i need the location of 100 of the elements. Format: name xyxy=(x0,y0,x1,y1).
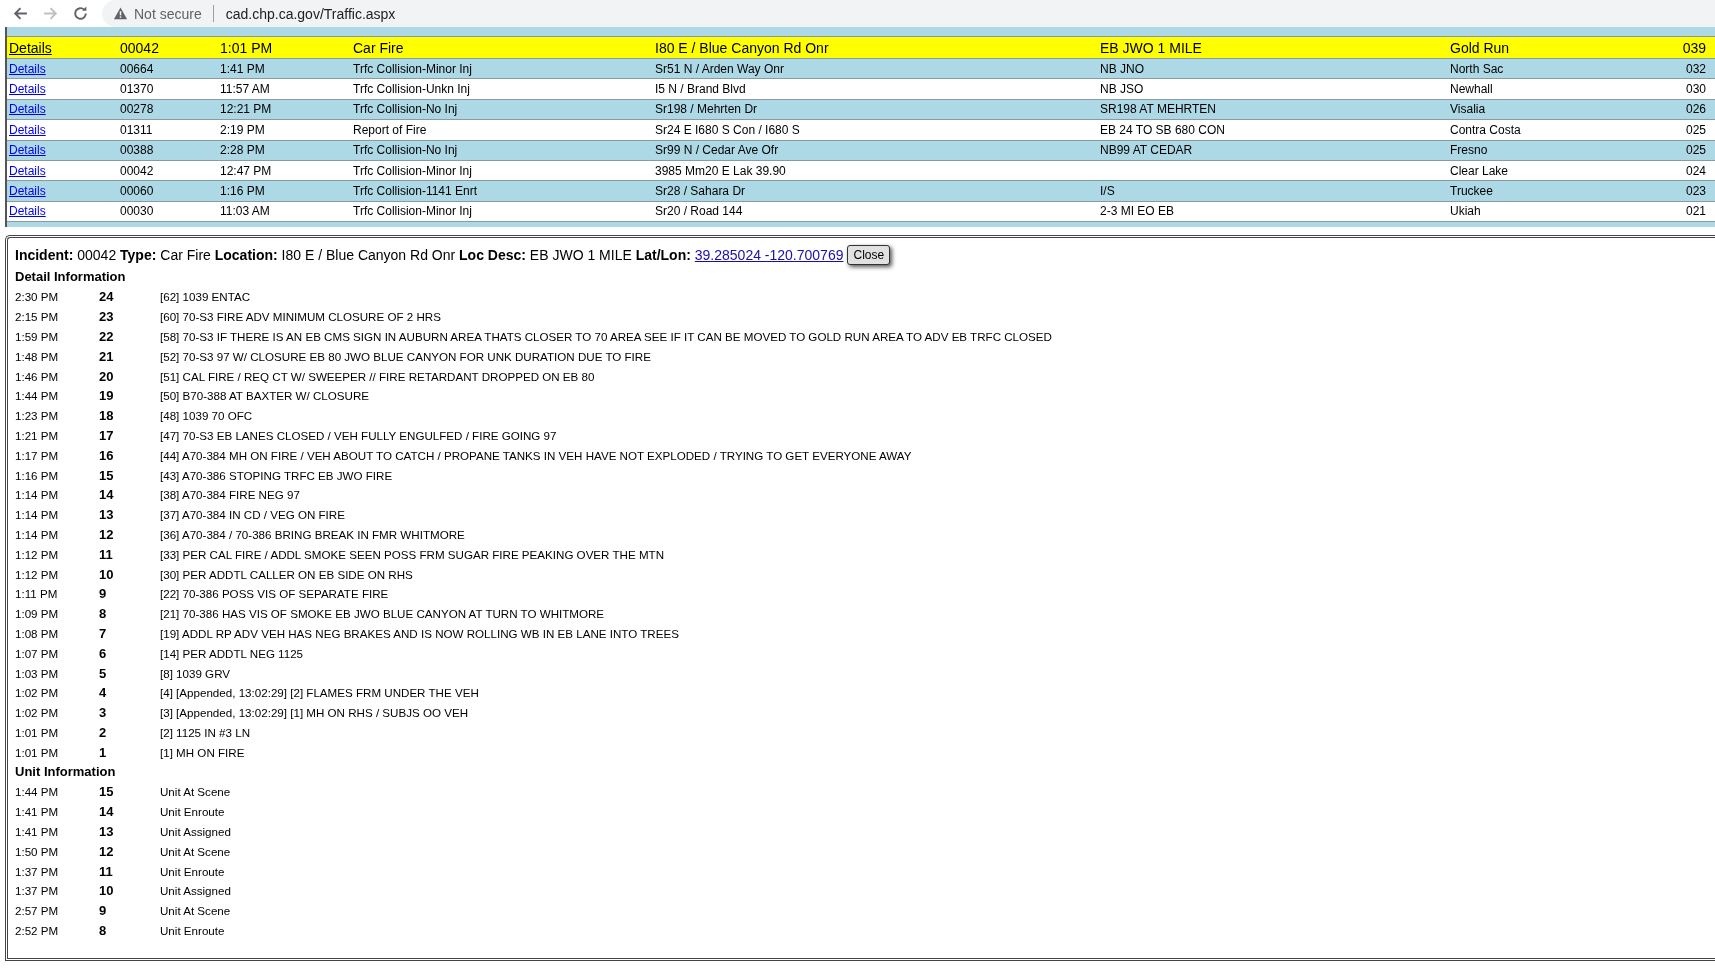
entry-text: Unit At Scene xyxy=(160,844,231,858)
table-cell-text: 00042 xyxy=(120,39,160,56)
incident-summary: Incident: 00042 Type: Car Fire Location: I80 E / Blue Canyon Rd Onr Loc Desc: EB JWO 1 MILE Lat/Lon: 39.285024 -120.700769 xyxy=(15,247,844,264)
entry-time: 1:01 PM xyxy=(15,745,60,759)
entry-number: 9 xyxy=(99,903,108,919)
table-cell-text: Sr51 N / Arden Way Onr xyxy=(655,61,785,76)
entry-text: Unit At Scene xyxy=(160,904,231,918)
table-row[interactable]: Details 00388 2:28 PM Trfc Collision-No Inj Sr99 N / Cedar Ave Ofr NB99 AT CEDAR Fresno 025 xyxy=(7,140,1715,161)
entry-time: 2:15 PM xyxy=(15,310,60,324)
details-link[interactable]: Details xyxy=(7,61,120,76)
close-button[interactable]: Close xyxy=(847,245,891,266)
entry-text: Unit Enroute xyxy=(160,924,225,937)
table-cell-text: Gold Run xyxy=(1450,39,1511,56)
table-cell-text: 11:03 AM xyxy=(220,204,271,219)
entry-time: 1:14 PM xyxy=(15,527,60,541)
table-cell-text: 11:57 AM xyxy=(220,82,271,97)
entry-number: 14 xyxy=(99,487,115,503)
entry-time: 1:59 PM xyxy=(15,330,60,343)
entry-time: 1:03 PM xyxy=(15,666,60,680)
entry-number: 14 xyxy=(99,804,115,820)
entry-time: 1:02 PM xyxy=(15,706,60,720)
table-cell-text: NB99 AT CEDAR xyxy=(1100,143,1194,158)
entry-text: [52] 70-S3 97 W/ CLOSURE EB 80 JWO BLUE CANYON FOR UNK DURATION DUE TO FIRE xyxy=(160,349,651,363)
table-cell-text: Visalia xyxy=(1450,102,1487,117)
section-heading: Unit Information xyxy=(15,763,117,782)
table-cell-text: 025 xyxy=(1684,143,1707,158)
table-cell-text: 00042 xyxy=(120,163,155,178)
entry-time: 1:02 PM xyxy=(15,686,60,700)
entry-text: Unit Enroute xyxy=(160,805,225,819)
entry-text: [8] 1039 GRV xyxy=(160,666,231,680)
address-bar[interactable]: Not secure cad.chp.ca.gov/Traffic.aspx xyxy=(102,0,1715,27)
entry-time: 1:21 PM xyxy=(15,429,60,442)
details-link[interactable]: Details xyxy=(7,184,120,199)
entry-time: 1:11 PM xyxy=(15,587,59,601)
table-cell-text: 023 xyxy=(1684,184,1707,199)
table-cell-text: 024 xyxy=(1684,163,1707,178)
table-row[interactable]: Details 00664 1:41 PM Trfc Collision-Minor Inj Sr51 N / Arden Way Onr NB JNO North Sac 032 xyxy=(7,59,1715,80)
entry-time: 1:07 PM xyxy=(15,646,60,660)
entry-text: Unit Assigned xyxy=(160,884,231,898)
entry-time: 1:14 PM xyxy=(15,488,60,502)
entry-number: 13 xyxy=(99,824,115,839)
table-cell-text: 00060 xyxy=(120,184,155,199)
entry-text: Unit At Scene xyxy=(160,785,231,799)
entry-text: [36] A70-384 / 70-386 BRING BREAK IN FMR WHITMORE xyxy=(160,527,465,541)
table-row[interactable]: Details 00060 1:16 PM Trfc Collision-1141 Enrt Sr28 / Sahara Dr I/S Truckee 023 xyxy=(7,181,1715,202)
details-link[interactable]: Details xyxy=(7,39,120,56)
entry-number: 20 xyxy=(99,368,115,384)
entry-number: 8 xyxy=(99,606,108,622)
security-label: Not secure xyxy=(134,5,202,22)
table-cell-text: Sr99 N / Cedar Ave Ofr xyxy=(655,143,780,158)
entry-time: 1:37 PM xyxy=(15,864,60,878)
table-cell-text: Trfc Collision-Minor Inj xyxy=(353,163,473,178)
back-icon[interactable] xyxy=(12,5,29,22)
table-cell-text: 030 xyxy=(1684,82,1707,97)
entry-text: [19] ADDL RP ADV VEH HAS NEG BRAKES AND IS NOW ROLLING WB IN EB LANE INTO TREES xyxy=(160,626,679,640)
table-row[interactable]: Details 00278 12:21 PM Trfc Collision-No Inj Sr198 / Mehrten Dr SR198 AT MEHRTEN Visalia 026 xyxy=(7,99,1715,121)
details-link[interactable]: Details xyxy=(7,102,120,117)
entry-time: 1:44 PM xyxy=(15,389,60,403)
entry-number: 9 xyxy=(99,586,108,602)
entry-text: [22] 70-386 POSS VIS OF SEPARATE FIRE xyxy=(160,587,389,601)
entry-number: 15 xyxy=(99,784,115,800)
table-cell-text: 1:16 PM xyxy=(220,184,266,199)
entry-time: 1:23 PM xyxy=(15,409,60,423)
table-cell-text: NB JSO xyxy=(1100,82,1145,97)
entry-text: [50] B70-388 AT BAXTER W/ CLOSURE xyxy=(160,389,369,403)
details-link[interactable]: Details xyxy=(7,204,120,219)
details-link[interactable]: Details xyxy=(7,163,120,178)
entry-number: 15 xyxy=(99,467,115,483)
entry-number: 11 xyxy=(99,863,114,879)
table-cell-text: Truckee xyxy=(1450,184,1494,199)
entry-number: 10 xyxy=(99,883,115,899)
url-text: cad.chp.ca.gov/Traffic.aspx xyxy=(225,5,396,22)
entry-text: [44] A70-384 MH ON FIRE / VEH ABOUT TO CATCH / PROPANE TANKS IN VEH HAVE NOT EXPLODED / TRYING TO GET EVERYONE AWAY xyxy=(160,448,912,462)
details-link[interactable]: Details xyxy=(7,82,120,97)
entry-text: [58] 70-S3 IF THERE IS AN EB CMS SIGN IN AUBURN AREA THATS CLOSER TO 70 AREA SEE IF IT CAN BE MOVED TO GOLD RUN AREA TO ADV EB TRFC CLOSED xyxy=(160,330,1052,343)
details-link[interactable]: Details xyxy=(7,122,120,137)
entry-number: 24 xyxy=(99,289,115,305)
entry-number: 12 xyxy=(99,526,115,542)
entry-time: 1:44 PM xyxy=(15,785,60,799)
table-cell-text: EB JWO 1 MILE xyxy=(1100,39,1203,56)
table-cell-text: NB JNO xyxy=(1100,61,1145,76)
reload-icon[interactable] xyxy=(72,5,89,22)
entry-text: [48] 1039 70 OFC xyxy=(160,409,253,423)
table-cell-text: Trfc Collision-1141 Enrt xyxy=(353,184,479,199)
details-link[interactable]: Details xyxy=(7,143,120,158)
table-cell-text: 12:21 PM xyxy=(220,102,273,117)
entry-number: 7 xyxy=(99,625,108,641)
entry-text: [60] 70-S3 FIRE ADV MINIMUM CLOSURE OF 2 HRS xyxy=(160,310,441,324)
table-row[interactable]: Details 00042 1:01 PM Car Fire I80 E / Blue Canyon Rd Onr EB JWO 1 MILE Gold Run 039 xyxy=(7,37,1715,59)
entry-time: 2:30 PM xyxy=(15,290,60,304)
entry-time: 1:50 PM xyxy=(15,844,60,858)
entry-text: [51] CAL FIRE / REQ CT W/ SWEEPER // FIRE RETARDANT DROPPED ON EB 80 xyxy=(160,369,595,383)
table-cell-text: 00388 xyxy=(120,143,155,158)
table-cell-text: I5 N / Brand Blvd xyxy=(655,82,747,97)
coordinates-link[interactable]: 39.285024 -120.700769 xyxy=(694,247,844,264)
entry-number: 8 xyxy=(99,923,108,938)
entry-text: [47] 70-S3 EB LANES CLOSED / VEH FULLY ENGULFED / FIRE GOING 97 xyxy=(160,429,557,442)
entry-text: Unit Assigned xyxy=(160,825,231,838)
table-cell-text: Sr20 / Road 144 xyxy=(655,204,744,219)
entry-time: 1:41 PM xyxy=(15,825,60,838)
